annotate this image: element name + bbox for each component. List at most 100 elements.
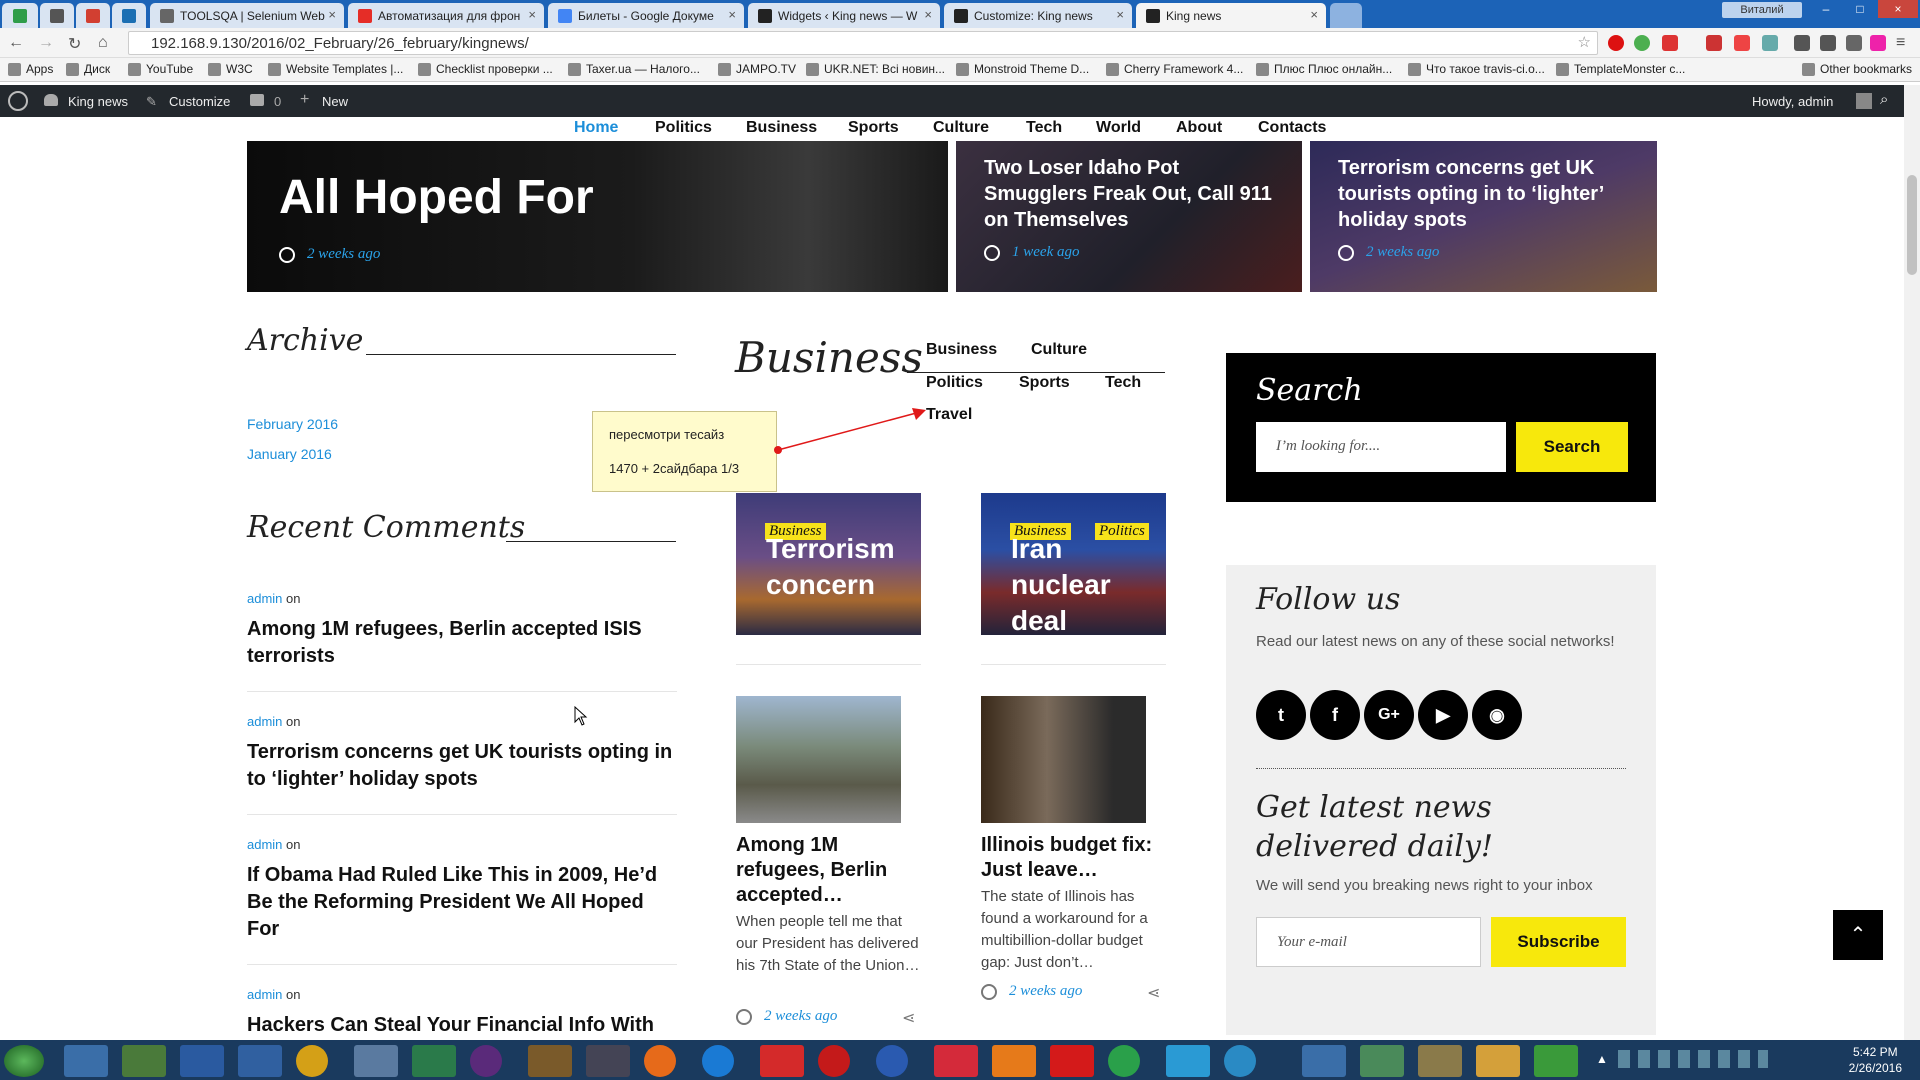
taskbar-clock[interactable]: 5:42 PM 2/26/2016 (1849, 1044, 1902, 1076)
admin-new-link[interactable]: New (322, 94, 348, 109)
tab-business[interactable]: Business (926, 341, 997, 359)
back-icon[interactable]: ← (8, 34, 24, 52)
explorer-taskbar-icon[interactable] (1418, 1045, 1462, 1077)
bookmark-disk[interactable]: Диск (66, 62, 110, 76)
comment-post-link[interactable]: Among 1M refugees, Berlin accepted ISIS … (247, 616, 677, 670)
card-terrorism[interactable]: Business Terrorism concern (736, 493, 921, 635)
ie-taskbar-icon[interactable] (702, 1045, 734, 1077)
search-input[interactable]: I’m looking for.... (1256, 422, 1506, 472)
app-taskbar-icon[interactable] (1050, 1045, 1094, 1077)
network-taskbar-icon[interactable] (412, 1045, 456, 1077)
admin-site-link[interactable]: King news (68, 94, 128, 109)
skype-taskbar-icon[interactable] (1166, 1045, 1210, 1077)
card-overlay-title[interactable]: Iran nuclear deal (1011, 531, 1161, 635)
tab-politics[interactable]: Politics (926, 374, 983, 392)
yandex-taskbar-icon[interactable] (760, 1045, 804, 1077)
tab-widgets[interactable]: Widgets ‹ King news — W × (748, 3, 940, 28)
tab-pinned-monitor[interactable] (40, 3, 74, 28)
post-title[interactable]: Among 1M refugees, Berlin accepted… (736, 833, 921, 908)
bookmark-monstroid[interactable]: Monstroid Theme D... (956, 62, 1089, 76)
close-icon[interactable]: × (728, 7, 736, 22)
tab-pinned-drive[interactable] (2, 3, 38, 28)
search-button[interactable]: Search (1516, 422, 1628, 472)
app-taskbar-icon[interactable] (586, 1045, 630, 1077)
app-taskbar-icon[interactable] (1476, 1045, 1520, 1077)
hero-main-post[interactable]: All Hoped For 2 weeks ago (247, 141, 948, 292)
close-icon[interactable]: × (924, 7, 932, 22)
close-icon[interactable]: × (328, 7, 336, 22)
admin-customize-link[interactable]: Customize (169, 94, 230, 109)
extension-icon[interactable] (1706, 35, 1722, 51)
bookmark-other[interactable]: Other bookmarks (1802, 62, 1912, 76)
forward-icon[interactable]: → (38, 34, 54, 52)
comment-post-link[interactable]: Terrorism concerns get UK tourists optin… (247, 739, 677, 793)
url-input[interactable]: 192.168.9.130/2016/02_February/26_februa… (128, 31, 1598, 55)
bookmark-cherry[interactable]: Cherry Framework 4... (1106, 62, 1243, 76)
menu-icon[interactable]: ≡ (1896, 34, 1905, 52)
firefox-taskbar-icon[interactable] (644, 1045, 676, 1077)
nav-tech[interactable]: Tech (1026, 119, 1062, 137)
save-taskbar-icon[interactable] (238, 1045, 282, 1077)
extension-icon[interactable] (1634, 35, 1650, 51)
hero-post-3[interactable]: Terrorism concerns get UK tourists optin… (1310, 141, 1657, 292)
hangouts-taskbar-icon[interactable] (1534, 1045, 1578, 1077)
bookmark-templatemonster[interactable]: TemplateMonster c... (1556, 62, 1685, 76)
tab-king-news[interactable]: King news × (1136, 3, 1326, 28)
tab-sports[interactable]: Sports (1019, 374, 1070, 392)
search-icon[interactable]: ⌕ (1880, 91, 1888, 108)
hero-title[interactable]: Two Loser Idaho Pot Smugglers Freak Out,… (984, 155, 1284, 233)
nav-contacts[interactable]: Contacts (1258, 119, 1326, 137)
email-field[interactable]: Your e-mail (1256, 917, 1481, 967)
tray-expand-icon[interactable]: ▲ (1596, 1052, 1608, 1066)
extension-icon[interactable] (1794, 35, 1810, 51)
app-taskbar-icon[interactable] (876, 1045, 908, 1077)
twitter-icon[interactable]: t (1256, 690, 1306, 740)
youtube-icon[interactable]: ▶ (1418, 690, 1468, 740)
telegram-taskbar-icon[interactable] (1224, 1045, 1256, 1077)
tray-icons[interactable] (1618, 1050, 1768, 1068)
close-icon[interactable]: × (528, 7, 536, 22)
opera-taskbar-icon[interactable] (818, 1045, 850, 1077)
tab-pinned-gmail[interactable] (76, 3, 110, 28)
app-taskbar-icon[interactable] (1108, 1045, 1140, 1077)
hero-post-2[interactable]: Two Loser Idaho Pot Smugglers Freak Out,… (956, 141, 1302, 292)
tab-toolsqa[interactable]: TOOLSQA | Selenium Web × (150, 3, 344, 28)
bookmark-plus-plus[interactable]: Плюс Плюс онлайн... (1256, 62, 1392, 76)
admin-howdy-link[interactable]: Howdy, admin (1752, 94, 1833, 109)
close-icon[interactable]: × (1116, 7, 1124, 22)
share-icon[interactable]: ⋖ (1147, 983, 1160, 1003)
app-taskbar-icon[interactable] (1360, 1045, 1404, 1077)
post-title[interactable]: Illinois budget fix: Just leave… (981, 833, 1166, 883)
mail-icon[interactable] (1846, 35, 1862, 51)
bookmark-ukrnet[interactable]: UKR.NET: Всі новин... (806, 62, 945, 76)
hero-title[interactable]: Terrorism concerns get UK tourists optin… (1338, 155, 1643, 233)
subscribe-button[interactable]: Subscribe (1491, 917, 1626, 967)
back-to-top-button[interactable]: ⌃ (1833, 910, 1883, 960)
maximize-icon[interactable]: □ (1844, 0, 1876, 18)
home-icon[interactable]: ⌂ (98, 34, 108, 52)
comment-author-link[interactable]: admin (247, 714, 282, 729)
scroll-thumb[interactable] (1907, 175, 1917, 275)
bookmark-checklist[interactable]: Checklist проверки ... (418, 62, 553, 76)
bookmark-travis[interactable]: Что такое travis-ci.o... (1408, 62, 1545, 76)
tab-youtube[interactable]: Автоматизация для фрон × (348, 3, 544, 28)
comment-bubble-icon[interactable] (250, 94, 264, 106)
extension-icon[interactable] (1762, 35, 1778, 51)
nav-home[interactable]: Home (574, 119, 618, 137)
archive-link-january-2016[interactable]: January 2016 (247, 446, 332, 462)
tab-tech[interactable]: Tech (1105, 374, 1141, 392)
app-taskbar-icon[interactable] (992, 1045, 1036, 1077)
comment-post-link[interactable]: Hackers Can Steal Your Financial Info Wi… (247, 1012, 677, 1040)
post-thumbnail-illinois[interactable] (981, 696, 1146, 823)
bookmark-apps[interactable]: Apps (8, 62, 53, 76)
vivaldi-taskbar-icon[interactable] (934, 1045, 978, 1077)
window-user-badge[interactable]: Виталий (1722, 2, 1802, 18)
nav-about[interactable]: About (1176, 119, 1222, 137)
close-icon[interactable]: × (1310, 7, 1318, 22)
extension-icon[interactable] (1870, 35, 1886, 51)
comment-author-link[interactable]: admin (247, 837, 282, 852)
bookmark-w3c[interactable]: W3C (208, 62, 253, 76)
bookmark-website-templates[interactable]: Website Templates |... (268, 62, 403, 76)
chrome-taskbar-icon[interactable] (64, 1045, 108, 1077)
comment-author-link[interactable]: admin (247, 987, 282, 1002)
